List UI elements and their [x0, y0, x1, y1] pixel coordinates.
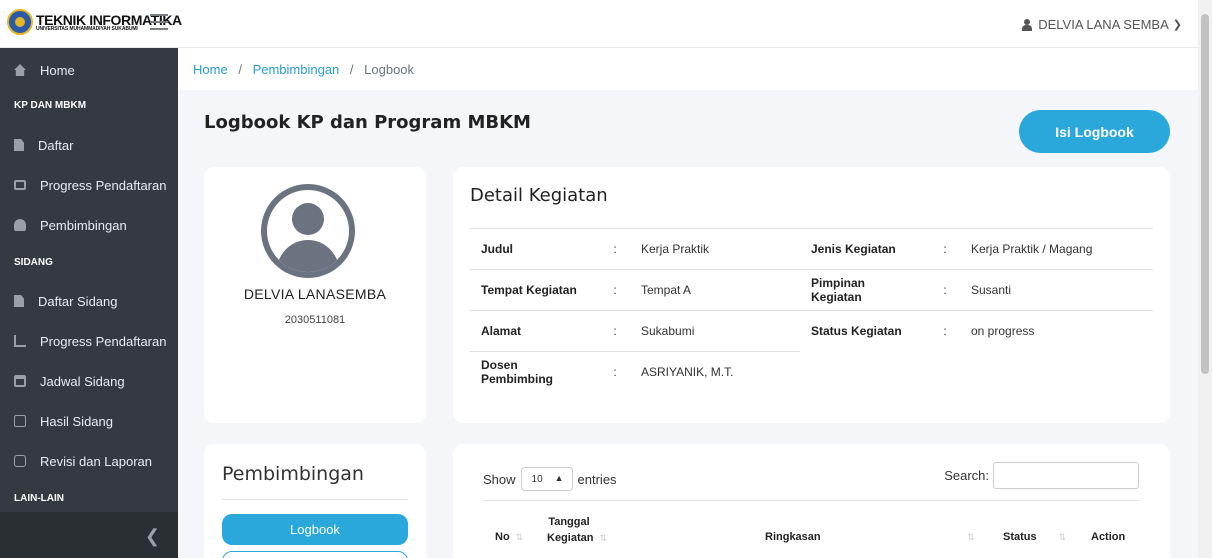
profile-nim: 2030511081 — [284, 314, 346, 326]
alamat-value: Sukabumi — [630, 310, 800, 352]
breadcrumb: Home / Pembimbingan / Logbook — [178, 48, 1198, 90]
column-header-action: Action — [1091, 531, 1126, 543]
pembimbingan-card: Pembimbingan Logbook — [204, 444, 426, 558]
search-wrapper: Search: — [944, 462, 1139, 489]
show-entries: Show 10 ▲︎ entries — [483, 467, 617, 491]
sidebar-item-label: Jadwal Sidang — [40, 373, 125, 389]
search-label: Search: — [944, 468, 989, 483]
detail-table: Judul : Kerja Praktik Jenis Kegiatan : K… — [470, 228, 1153, 393]
column-header-status[interactable]: Status ⇅ — [1003, 531, 1066, 543]
hamburger-menu-icon[interactable] — [150, 14, 168, 30]
breadcrumb-home[interactable]: Home — [193, 62, 228, 77]
profile-name: DELVIA LANASEMBA — [243, 286, 387, 302]
chevron-left-icon[interactable]: ❮ — [145, 526, 160, 547]
page-scrollbar[interactable] — [1198, 0, 1212, 558]
sort-arrows-icon: ▲︎ — [554, 473, 564, 483]
table-row: Dosen Pembimbing : ASRIYANIK, M.T. — [470, 351, 1153, 393]
table-row: Judul : Kerja Praktik Jenis Kegiatan : K… — [470, 228, 1153, 270]
sort-icon: ⇅ — [515, 532, 524, 542]
sidebar-item-revisi-laporan[interactable]: Revisi dan Laporan — [0, 443, 178, 479]
judul-label: Judul — [470, 228, 600, 270]
isi-logbook-button[interactable]: Isi Logbook — [1019, 110, 1170, 153]
sidebar-item-home[interactable]: Home — [0, 52, 178, 88]
sidebar-item-pembimbingan[interactable]: Pembimbingan — [0, 207, 178, 243]
sidebar-section-lain: LAIN-LAIN — [14, 493, 64, 504]
top-navbar: TEKNIK INFORMATIKA UNIVERSITAS MUHAMMADI… — [0, 0, 1198, 48]
column-header-tanggal[interactable]: Tanggal Kegiatan ⇅ — [547, 514, 607, 546]
sidebar-item-label: Home — [40, 62, 75, 78]
detail-title: Detail Kegiatan — [470, 185, 608, 206]
column-header-ringkasan[interactable]: Ringkasan — [765, 531, 821, 543]
scrollbar-thumb[interactable] — [1201, 14, 1209, 374]
sidebar-item-daftar[interactable]: Daftar — [0, 127, 178, 163]
pimpinan-label: Pimpinan Kegiatan — [800, 269, 930, 311]
status-value: on progress — [960, 310, 1153, 352]
list-icon — [14, 180, 26, 190]
sidebar-item-label: Pembimbingan — [40, 217, 127, 233]
sort-icon: ⇅ — [599, 533, 608, 543]
search-input[interactable] — [993, 462, 1139, 489]
user-menu[interactable]: DELVIA LANA SEMBA ❯ — [1022, 17, 1182, 32]
avatar — [261, 184, 355, 278]
breadcrumb-pembimbingan[interactable]: Pembimbingan — [253, 62, 340, 77]
user-icon — [1022, 18, 1033, 31]
detail-kegiatan-card: Detail Kegiatan Judul : Kerja Praktik Je… — [453, 167, 1170, 423]
sidebar-item-daftar-sidang[interactable]: Daftar Sidang — [0, 283, 178, 319]
home-icon — [14, 64, 26, 76]
sidebar-item-label: Progress Pendaftaran — [40, 177, 167, 193]
sidebar-collapse-bar: ❮ — [0, 512, 178, 558]
pembimbingan-title: Pembimbingan — [222, 463, 364, 485]
sidebar-item-label: Progress Pendaftaran — [40, 333, 167, 349]
status-label: Status Kegiatan — [800, 310, 930, 352]
jenis-value: Kerja Praktik / Magang — [960, 228, 1153, 270]
dosen-label: Dosen Pembimbing — [470, 351, 600, 393]
sidebar-item-jadwal-sidang[interactable]: Jadwal Sidang — [0, 363, 178, 399]
logbook-table-card: Show 10 ▲︎ entries Search: No ⇅ Tanggal K… — [453, 444, 1170, 558]
sidebar-item-progress-pendaftaran-sidang[interactable]: Progress Pendaftaran — [0, 323, 178, 359]
sort-icon: ⇅ — [967, 532, 975, 542]
tempat-label: Tempat Kegiatan — [470, 269, 600, 311]
sort-icon: ⇅ — [1058, 532, 1067, 542]
entries-select[interactable]: 10 ▲︎ — [520, 467, 573, 491]
calendar-icon — [14, 375, 26, 387]
column-header-ringkasan-sort[interactable]: ⇅ — [961, 531, 975, 543]
dosen-value: ASRIYANIK, M.T. — [630, 351, 800, 393]
sidebar-item-hasil-sidang[interactable]: Hasil Sidang — [0, 403, 178, 439]
sidebar-section-sidang: SIDANG — [14, 257, 53, 268]
page-title: Logbook KP dan Program MBKM — [204, 112, 531, 133]
sidebar-item-progress-pendaftaran[interactable]: Progress Pendaftaran — [0, 167, 178, 203]
breadcrumb-current: Logbook — [364, 62, 415, 77]
chevron-down-icon: ❯ — [1172, 19, 1182, 31]
sidebar-item-label: Daftar Sidang — [38, 293, 118, 309]
divider — [483, 500, 1139, 501]
judul-value: Kerja Praktik — [630, 228, 800, 270]
column-header-no[interactable]: No ⇅ — [495, 531, 523, 543]
jenis-label: Jenis Kegiatan — [800, 228, 930, 270]
pimpinan-value: Susanti — [960, 269, 1153, 311]
sidebar-item-label: Hasil Sidang — [40, 413, 113, 429]
users-icon — [14, 219, 26, 231]
divider — [222, 499, 408, 500]
alamat-label: Alamat — [470, 310, 600, 352]
secondary-button[interactable] — [222, 551, 408, 558]
file-icon — [14, 139, 24, 151]
sidebar-item-label: Daftar — [38, 137, 74, 153]
chart-line-icon — [14, 335, 26, 347]
user-name: DELVIA LANA SEMBA — [1038, 17, 1169, 32]
tempat-value: Tempat A — [630, 269, 800, 311]
logbook-button[interactable]: Logbook — [222, 514, 408, 545]
sidebar-section-kp: KP DAN MBKM — [14, 100, 87, 111]
university-seal-icon — [7, 9, 33, 35]
file-icon — [14, 295, 24, 307]
sidebar-item-label: Revisi dan Laporan — [40, 453, 153, 469]
sidebar: Home KP DAN MBKM Daftar Progress Pendaft… — [0, 48, 178, 558]
table-row: Tempat Kegiatan : Tempat A Pimpinan Kegi… — [470, 269, 1153, 311]
copy-icon — [14, 455, 26, 467]
square-icon — [14, 415, 26, 427]
table-row: Alamat : Sukabumi Status Kegiatan : on p… — [470, 310, 1153, 352]
profile-card: DELVIA LANASEMBA 2030511081 — [204, 167, 426, 423]
